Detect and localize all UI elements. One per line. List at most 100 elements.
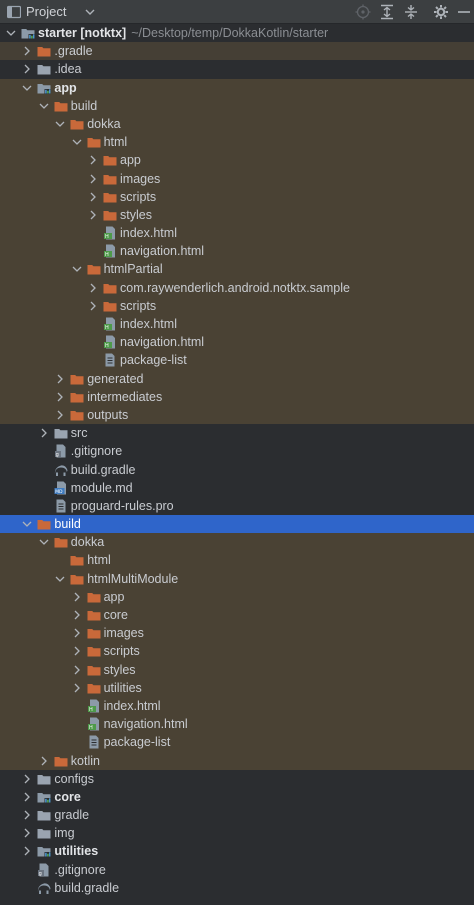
chevron-right-icon[interactable] <box>87 206 99 224</box>
tree-row[interactable]: scripts <box>0 187 474 206</box>
tree-row[interactable]: kotlin <box>0 751 474 770</box>
project-view-icon[interactable] <box>6 5 22 22</box>
tree-row[interactable]: Hnavigation.html <box>0 715 474 734</box>
chevron-right-icon[interactable] <box>71 624 83 642</box>
chevron-right-icon[interactable] <box>21 806 33 824</box>
chevron-down-icon[interactable] <box>71 260 83 278</box>
tree-row[interactable]: Hnavigation.html <box>0 333 474 352</box>
tree-row[interactable]: MD module.md <box>0 479 474 497</box>
minimize-icon[interactable] <box>455 3 473 21</box>
folder-orange-icon <box>103 172 117 186</box>
tree-row[interactable]: dokka <box>0 114 474 134</box>
chevron-right-icon[interactable] <box>71 588 83 606</box>
chevron-down-icon[interactable] <box>38 533 50 551</box>
tree-row[interactable]: .idea <box>0 60 474 78</box>
tree-row[interactable]: com.raywenderlich.android.notktx.sample <box>0 278 474 297</box>
chevron-right-icon[interactable] <box>54 388 66 406</box>
chevron-right-icon[interactable] <box>87 170 99 188</box>
gitignore-file-icon: g <box>54 444 68 458</box>
tree-row[interactable]: gradle <box>0 806 474 824</box>
tree-row[interactable]: proguard-rules.pro <box>0 497 474 515</box>
tree-row-text: utilities <box>54 844 99 859</box>
tree-row-label: core <box>54 788 80 806</box>
collapse-all-icon[interactable] <box>402 3 420 21</box>
tree-row[interactable]: package-list <box>0 733 474 752</box>
tree-row[interactable]: build.gradle <box>0 879 474 897</box>
tree-row[interactable]: build <box>0 96 474 115</box>
tree-row[interactable]: build <box>0 515 474 534</box>
tree-row[interactable]: .gradle <box>0 42 474 61</box>
tree-row[interactable]: app <box>0 78 474 97</box>
chevron-down-icon[interactable] <box>85 5 95 22</box>
tree-row[interactable]: html <box>0 551 474 570</box>
chevron-right-icon[interactable] <box>71 679 83 697</box>
tree-row[interactable]: build.gradle <box>0 461 474 479</box>
tree-row[interactable]: intermediates <box>0 387 474 406</box>
tree-row[interactable]: package-list <box>0 351 474 370</box>
tree-row[interactable]: htmlPartial <box>0 260 474 279</box>
chevron-right-icon[interactable] <box>38 424 50 442</box>
chevron-right-icon[interactable] <box>87 279 99 297</box>
chevron-right-icon[interactable] <box>38 752 50 770</box>
tree-row[interactable]: g .gitignore <box>0 442 474 460</box>
chevron-down-icon[interactable] <box>21 515 33 533</box>
chevron-down-icon[interactable] <box>5 24 17 42</box>
tree-row-label: src <box>71 424 88 442</box>
svg-text:H: H <box>105 343 109 349</box>
tree-row[interactable]: Hnavigation.html <box>0 242 474 261</box>
tree-row[interactable]: utilities <box>0 842 474 860</box>
tree-row-label: build <box>54 515 80 533</box>
chevron-right-icon[interactable] <box>54 370 66 388</box>
tree-row[interactable]: images <box>0 169 474 188</box>
tree-row[interactable]: src <box>0 424 474 442</box>
chevron-down-icon[interactable] <box>71 133 83 151</box>
tree-row[interactable]: generated <box>0 369 474 388</box>
tree-row-label: com.raywenderlich.android.notktx.sample <box>120 279 350 297</box>
panel-title[interactable]: Project <box>26 4 66 19</box>
chevron-right-icon[interactable] <box>21 770 33 788</box>
chevron-right-icon[interactable] <box>21 788 33 806</box>
tree-row[interactable]: scripts <box>0 296 474 315</box>
tree-row[interactable]: dokka <box>0 533 474 552</box>
tree-row[interactable]: Hindex.html <box>0 224 474 243</box>
svg-text:H: H <box>105 325 109 331</box>
chevron-down-icon[interactable] <box>54 115 66 133</box>
chevron-right-icon[interactable] <box>21 824 33 842</box>
tree-row[interactable]: images <box>0 624 474 643</box>
chevron-right-icon[interactable] <box>21 842 33 860</box>
expand-all-icon[interactable] <box>378 3 396 21</box>
chevron-right-icon[interactable] <box>87 297 99 315</box>
tree-row[interactable]: htmlMultiModule <box>0 569 474 588</box>
chevron-down-icon[interactable] <box>54 570 66 588</box>
tree-row[interactable]: Hindex.html <box>0 315 474 334</box>
tree-row[interactable]: app <box>0 151 474 170</box>
tree-row[interactable]: core <box>0 788 474 806</box>
tree-row[interactable]: outputs <box>0 405 474 425</box>
chevron-right-icon[interactable] <box>21 60 33 78</box>
chevron-right-icon[interactable] <box>71 642 83 660</box>
target-icon[interactable] <box>354 3 372 21</box>
tree-row[interactable]: configs <box>0 770 474 788</box>
tree-row[interactable]: html <box>0 133 474 152</box>
tree-row[interactable]: styles <box>0 205 474 225</box>
tree-row-text: app <box>54 80 77 95</box>
tree-row[interactable]: utilities <box>0 678 474 697</box>
tree-row[interactable]: styles <box>0 660 474 679</box>
chevron-right-icon[interactable] <box>21 42 33 60</box>
tree-row[interactable]: core <box>0 606 474 625</box>
chevron-right-icon[interactable] <box>71 606 83 624</box>
chevron-right-icon[interactable] <box>54 406 66 424</box>
tree-row[interactable]: scripts <box>0 642 474 661</box>
tree-row[interactable]: g .gitignore <box>0 861 474 879</box>
tree-row[interactable]: img <box>0 824 474 842</box>
tree-row[interactable]: starter [notktx] ~/Desktop/temp/DokkaKotl… <box>0 24 474 42</box>
chevron-down-icon[interactable] <box>38 97 50 115</box>
gear-icon[interactable] <box>432 3 450 21</box>
chevron-right-icon[interactable] <box>87 151 99 169</box>
chevron-right-icon[interactable] <box>71 661 83 679</box>
tree-row-text: styles <box>103 662 136 677</box>
chevron-right-icon[interactable] <box>87 188 99 206</box>
tree-row[interactable]: app <box>0 587 474 606</box>
tree-row[interactable]: Hindex.html <box>0 696 474 716</box>
chevron-down-icon[interactable] <box>21 79 33 97</box>
